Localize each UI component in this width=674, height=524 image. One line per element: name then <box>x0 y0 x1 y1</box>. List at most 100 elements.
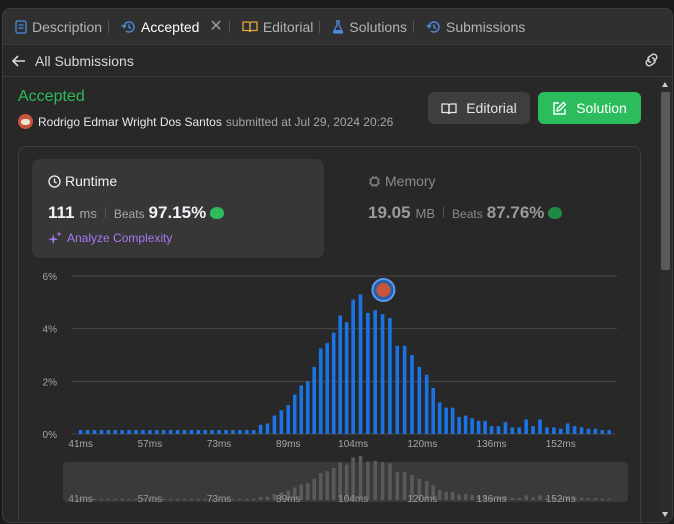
tab-submissions[interactable]: Submissions <box>414 9 531 44</box>
chart-bar <box>483 420 487 434</box>
navigator-bar <box>600 498 605 500</box>
chart-bar <box>106 430 111 434</box>
navigator-bar <box>437 490 442 500</box>
chart-bar <box>565 423 570 434</box>
chart-bar <box>299 385 304 434</box>
navigator-bar <box>388 463 392 500</box>
book-icon <box>242 21 258 33</box>
avatar[interactable] <box>18 114 33 129</box>
chart-bar <box>85 430 90 434</box>
tab-label: Editorial <box>262 18 314 35</box>
navigator-tick-label: 41ms <box>68 494 92 505</box>
chart-bar <box>388 318 392 434</box>
chart-bar <box>224 430 228 434</box>
chart-bar <box>305 381 310 434</box>
chart-bar <box>395 345 400 434</box>
navigator-bar <box>258 497 263 500</box>
navigator-bar <box>402 472 407 500</box>
description-icon <box>15 19 27 34</box>
chart-bar <box>325 343 329 434</box>
scrollbar-thumb[interactable] <box>661 92 670 270</box>
chart-bar <box>476 420 481 434</box>
chart-bar <box>99 430 104 434</box>
chart-bar <box>470 418 474 434</box>
chart-bar <box>444 407 448 434</box>
navigator-bar <box>265 496 270 500</box>
navigator-bar <box>325 471 329 500</box>
chart-bar <box>141 430 145 434</box>
scroll-down-icon[interactable] <box>662 512 668 517</box>
chart-bar <box>417 366 422 434</box>
chart-bar <box>272 415 277 434</box>
username-link[interactable]: Rodrigo Edmar Wright Dos Santos <box>38 115 222 129</box>
avatar <box>376 283 391 297</box>
chart-bar <box>586 428 591 434</box>
runtime-distribution-chart[interactable]: 6% 4% 2% 0% 41ms 41ms 57ms 57ms 73ms 73ms 89ms 89ms… <box>19 147 640 523</box>
navigator-tick-label: 104ms <box>338 494 368 505</box>
x-tick-label: 57ms <box>138 439 162 450</box>
navigator-bar <box>524 495 528 500</box>
navigator-tick-label: 73ms <box>207 494 231 505</box>
tab-description[interactable]: Description <box>3 9 108 44</box>
scroll-up-icon[interactable] <box>662 82 668 87</box>
chart-bar <box>600 430 605 434</box>
chart-bar <box>503 422 508 434</box>
chart-bar <box>210 430 214 434</box>
navigator-bar <box>395 472 400 500</box>
navigator-bar <box>331 467 336 500</box>
navigator-bar <box>92 498 97 500</box>
chart-bar <box>552 427 556 434</box>
editorial-button[interactable]: Editorial <box>428 92 530 124</box>
tab-accepted[interactable]: Accepted ✕ <box>109 9 229 44</box>
navigator-bar <box>251 498 256 500</box>
navigator-bar <box>196 498 201 500</box>
tab-bar: Description Accepted ✕ Editorial Solutio… <box>3 9 672 45</box>
tab-editorial[interactable]: Editorial <box>230 9 320 44</box>
navigator-bar <box>106 498 111 500</box>
chart-bar <box>127 430 131 434</box>
chart-bar <box>358 294 363 434</box>
chart-bar <box>437 402 442 434</box>
navigator-bar <box>168 498 173 500</box>
navigator-tick-label: 120ms <box>407 494 437 505</box>
navigator-bar <box>450 491 455 500</box>
x-tick-label: 152ms <box>546 439 576 450</box>
chart-bar <box>196 430 201 434</box>
all-submissions-link[interactable]: All Submissions <box>35 53 134 69</box>
y-tick-label: 4% <box>43 325 58 336</box>
tab-label: Solutions <box>349 18 407 35</box>
chart-bar <box>524 419 528 434</box>
chart-bar <box>558 428 563 434</box>
chart-bar <box>113 430 118 434</box>
close-icon[interactable]: ✕ <box>209 18 222 35</box>
editorial-button-label: Editorial <box>466 100 517 116</box>
navigator-bar <box>586 498 591 500</box>
performance-panel: Runtime 111 ms Beats 97.15% Analyze Comp… <box>18 146 641 523</box>
navigator-bar <box>531 497 535 500</box>
navigator-bar <box>463 494 468 500</box>
chart-bar <box>120 430 124 434</box>
submission-subheader: All Submissions <box>3 45 672 77</box>
tab-label: Accepted <box>141 18 200 35</box>
tab-solutions[interactable]: Solutions <box>320 9 413 44</box>
history-icon <box>426 20 440 33</box>
back-arrow-icon[interactable] <box>12 54 26 67</box>
navigator-bar <box>318 472 323 500</box>
navigator-bar <box>444 491 448 500</box>
chart-bar <box>331 332 336 434</box>
chart-bar <box>457 416 461 434</box>
chart-bar <box>450 407 455 434</box>
navigator-bar <box>161 498 166 500</box>
chart-bar <box>244 430 249 434</box>
chart-bar <box>203 430 208 434</box>
solution-button[interactable]: Solution <box>538 92 641 124</box>
chart-bar <box>231 430 235 434</box>
chart-bar <box>251 430 256 434</box>
navigator-bar <box>607 498 612 500</box>
chart-bar <box>134 430 138 434</box>
vertical-scrollbar[interactable] <box>659 77 672 522</box>
y-tick-label: 0% <box>43 430 58 441</box>
navigator-bar <box>510 497 515 500</box>
submission-status: Accepted <box>18 88 85 105</box>
link-icon[interactable] <box>643 53 660 70</box>
